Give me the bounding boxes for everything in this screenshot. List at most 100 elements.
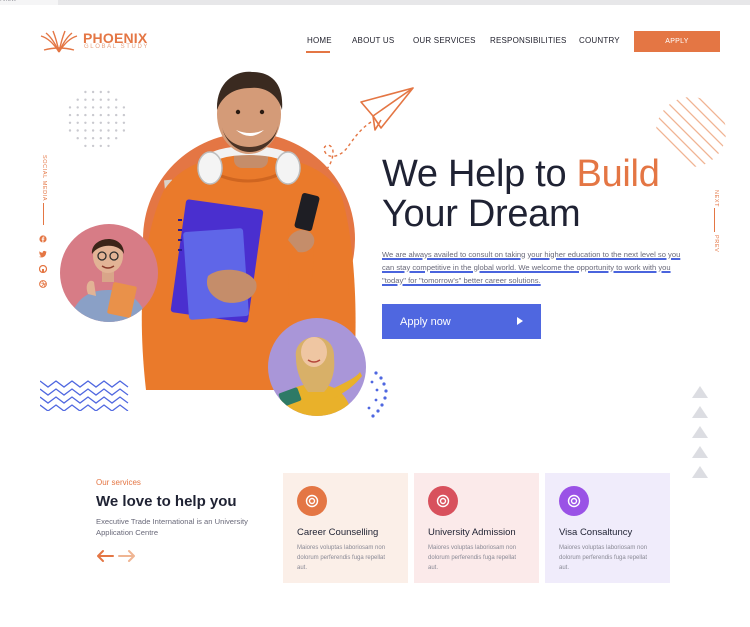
grid-dot: [115, 129, 118, 132]
hero-paragraph: We are always availed to consult on taki…: [382, 250, 681, 285]
grid-dot: [107, 90, 110, 94]
grid-dot: [107, 98, 110, 101]
service-card-visa-consultancy[interactable]: Visa Consaltuncy Maiores voluptas labori…: [545, 473, 670, 583]
grid-dot: [84, 129, 87, 132]
grid-dot: [84, 137, 87, 140]
grid-dot: [107, 144, 110, 148]
hero-headline: We Help to Build Your Dream: [382, 154, 722, 234]
target-icon: [297, 486, 327, 516]
service-card-title: University Admission: [428, 527, 516, 538]
grid-dot: [107, 113, 110, 117]
grid-dot: [76, 98, 79, 101]
apply-button[interactable]: APPLY: [634, 31, 720, 52]
grid-dot: [107, 129, 110, 132]
grid-dot: [107, 106, 110, 109]
grid-dot: [68, 113, 72, 117]
grid-dot: [107, 121, 110, 124]
grid-dot: [84, 90, 87, 94]
grid-dot: [122, 106, 126, 109]
grid-dot: [99, 113, 102, 117]
service-card-title: Visa Consaltuncy: [559, 527, 633, 538]
play-icon: [517, 317, 523, 325]
triangles-decoration: [692, 386, 708, 478]
grid-dot: [122, 121, 126, 124]
services-kicker: Our services: [96, 478, 141, 487]
twitter-icon[interactable]: [39, 250, 47, 258]
target-icon: [428, 486, 458, 516]
phoenix-logo-icon[interactable]: [40, 30, 78, 54]
grid-dot: [91, 90, 95, 94]
grid-dot: [68, 129, 72, 132]
grid-dot: [91, 144, 95, 148]
social-rail-divider: [43, 203, 44, 225]
service-card-university-admission[interactable]: University Admission Maiores voluptas la…: [414, 473, 539, 583]
grid-dot: [91, 129, 95, 132]
grid-dot: [76, 113, 79, 117]
grid-dot: [84, 106, 87, 109]
grid-dot: [76, 129, 79, 132]
github-icon[interactable]: [39, 265, 47, 273]
nav-item-responsibilities[interactable]: RESPONSIBILITIES: [490, 36, 567, 45]
grid-dot: [91, 98, 95, 101]
services-description: Executive Trade International is an Univ…: [96, 517, 248, 537]
service-card-title: Career Counselling: [297, 527, 379, 538]
arrow-left-icon[interactable]: [96, 549, 114, 563]
grid-dot: [84, 144, 87, 148]
grid-dot: [115, 106, 118, 109]
grid-dot: [76, 106, 79, 109]
nav-item-about-us[interactable]: ABOUT US: [352, 36, 394, 45]
apply-now-button[interactable]: Apply now: [382, 304, 541, 339]
headline-accent: Build: [576, 153, 660, 195]
brand-tagline: GLOBAL STUDY: [84, 44, 149, 50]
nav-item-our-services[interactable]: OUR SERVICES: [413, 36, 476, 45]
prev-slide-button[interactable]: PREV: [713, 235, 719, 252]
service-card-text: Maiores voluptas laboriosam non dolorum …: [297, 545, 386, 571]
grid-dot: [122, 113, 126, 117]
nav-item-country[interactable]: COUNTRY: [579, 36, 620, 45]
target-icon: [559, 486, 589, 516]
grid-dot: [99, 106, 102, 109]
service-card-text: Maiores voluptas laboriosam non dolorum …: [559, 545, 648, 571]
services-title: We love to help you: [96, 493, 237, 510]
browser-top-strip: [0, 0, 750, 5]
grid-dot: [107, 137, 110, 140]
grid-dot: [99, 90, 102, 94]
grid-dot: [91, 113, 95, 117]
grid-dot: [84, 98, 87, 101]
grid-dot: [91, 121, 95, 124]
browser-fragment-label: rview: [0, 0, 16, 3]
grid-dot: [84, 113, 87, 117]
headline-part-2: Your Dream: [382, 193, 581, 235]
apply-now-label: Apply now: [400, 315, 451, 328]
grid-dot: [76, 137, 79, 140]
grid-dot: [76, 121, 79, 124]
grid-dot: [115, 137, 118, 140]
grid-dot: [68, 106, 72, 109]
grid-dot: [68, 121, 72, 124]
grid-dot: [115, 98, 118, 101]
student-woman-books-image: [60, 224, 158, 322]
grid-dot: [99, 98, 102, 101]
dot-grid-decoration: [68, 90, 126, 148]
grid-dot: [122, 129, 126, 132]
social-media-label: SOCIAL MEDIA: [41, 155, 47, 202]
student-woman-yellow-image: [268, 318, 366, 416]
grid-dot: [115, 113, 118, 117]
service-card-text: Maiores voluptas laboriosam non dolorum …: [428, 545, 517, 571]
grid-dot: [91, 137, 95, 140]
service-card-career-counselling[interactable]: Career Counselling Maiores voluptas labo…: [283, 473, 408, 583]
nav-active-underline: [306, 51, 330, 53]
grid-dot: [99, 144, 102, 148]
zigzag-decoration: [40, 380, 129, 411]
grid-dot: [99, 121, 102, 124]
grid-dot: [115, 121, 118, 124]
facebook-icon[interactable]: [39, 235, 47, 243]
arrow-right-icon[interactable]: [118, 549, 136, 563]
dribbble-icon[interactable]: [39, 280, 47, 288]
headline-part-1: We Help to: [382, 153, 577, 195]
grid-dot: [91, 106, 95, 109]
nav-item-home[interactable]: HOME: [307, 36, 332, 45]
grid-dot: [84, 121, 87, 124]
grid-dot: [99, 137, 102, 140]
grid-dot: [99, 129, 102, 132]
